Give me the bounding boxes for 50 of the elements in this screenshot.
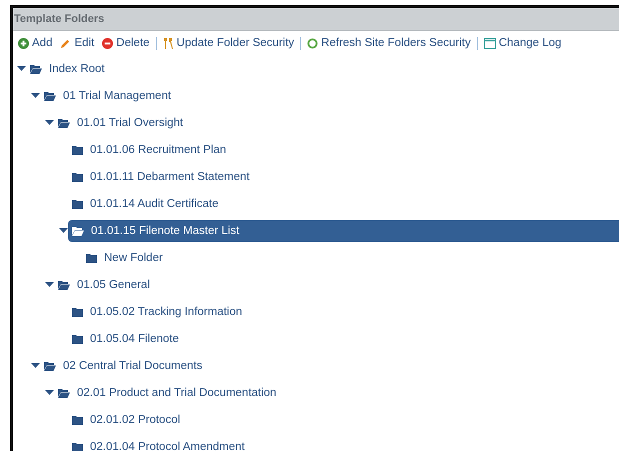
- tree-item[interactable]: New Folder: [82, 246, 619, 268]
- toolbar-button[interactable]: Edit: [58, 37, 96, 49]
- add-icon: [18, 38, 29, 48]
- open-folder-icon: [44, 360, 56, 370]
- open-folder-icon: [44, 90, 56, 100]
- tree-item[interactable]: 01.05 General: [54, 274, 619, 296]
- folder-icon: [72, 334, 83, 344]
- toolbar-button[interactable]: Add: [16, 37, 54, 49]
- folder-icon: [72, 442, 83, 451]
- tree-item[interactable]: 01.01 Trial Oversight: [54, 112, 619, 134]
- folder-icon: [72, 198, 83, 208]
- tree-item[interactable]: 01 Trial Management: [40, 84, 619, 106]
- refresh-icon: [307, 38, 318, 48]
- panel-title: Template Folders: [14, 13, 104, 25]
- tree-item[interactable]: 01.01.14 Audit Certificate: [68, 192, 619, 214]
- tree-item[interactable]: 01.05.02 Tracking Information: [68, 300, 619, 322]
- caret-icon[interactable]: [45, 280, 54, 289]
- caret-icon[interactable]: [45, 118, 54, 127]
- open-folder-icon: [72, 226, 84, 236]
- tree-item[interactable]: 01.01.11 Debarment Statement: [68, 166, 619, 188]
- window-icon: [484, 38, 496, 48]
- pencil-icon: [60, 38, 72, 48]
- tree-item[interactable]: 01.01.15 Filenote Master List: [68, 220, 619, 242]
- tree-item[interactable]: 02 Central Trial Documents: [40, 354, 619, 376]
- tree-item[interactable]: 02.01 Product and Trial Documentation: [54, 382, 619, 404]
- folder-icon: [72, 306, 83, 316]
- open-folder-icon: [58, 118, 70, 128]
- caret-icon[interactable]: [31, 361, 40, 370]
- tree-item[interactable]: 01.05.04 Filenote: [68, 328, 619, 350]
- open-folder-icon: [30, 64, 42, 74]
- open-folder-icon: [58, 280, 70, 290]
- caret-icon[interactable]: [45, 388, 54, 397]
- toolbar-button[interactable]: Refresh Site Folders Security: [305, 37, 473, 49]
- keys-icon: [162, 37, 174, 49]
- delete-icon: [102, 38, 114, 48]
- caret-icon[interactable]: [59, 226, 68, 235]
- tree-item[interactable]: 02.01.02 Protocol: [68, 408, 619, 430]
- toolbar-button[interactable]: Delete: [100, 37, 152, 49]
- folder-icon: [72, 414, 83, 424]
- folder-icon: [86, 252, 97, 262]
- folder-icon: [72, 172, 83, 182]
- open-folder-icon: [58, 388, 70, 398]
- tree-item[interactable]: 01.01.06 Recruitment Plan: [68, 138, 619, 160]
- tree-item[interactable]: Index Root: [26, 58, 619, 80]
- caret-icon[interactable]: [31, 91, 40, 100]
- folder-icon: [72, 144, 83, 154]
- caret-icon[interactable]: [17, 64, 26, 73]
- toolbar-button[interactable]: Change Log: [482, 37, 564, 49]
- toolbar-button[interactable]: Update Folder Security: [160, 37, 296, 49]
- tree-item[interactable]: 02.01.04 Protocol Amendment: [68, 436, 619, 451]
